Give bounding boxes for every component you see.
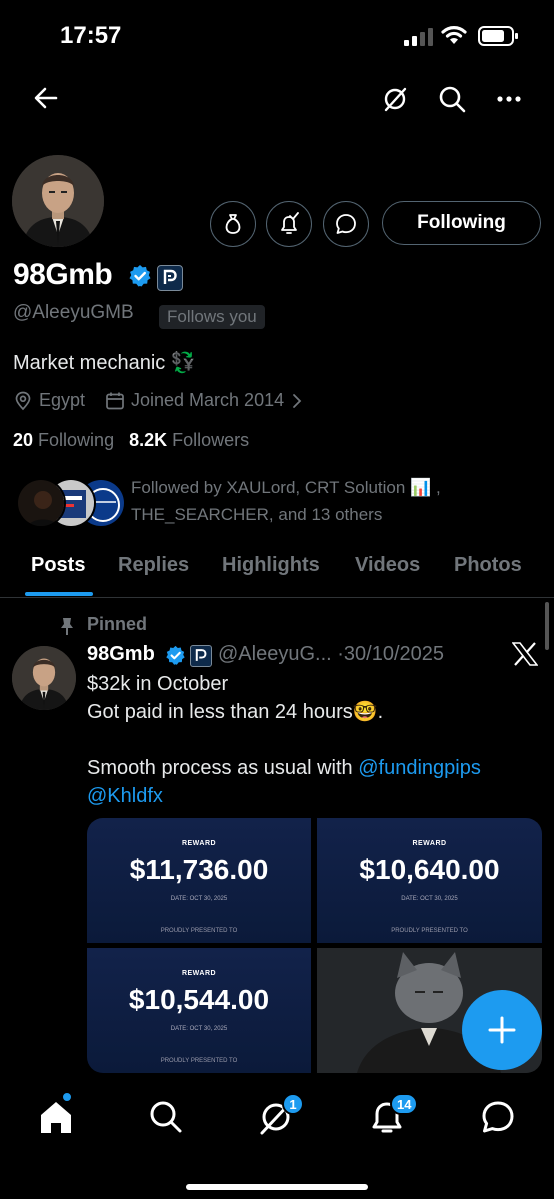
certificate-date: DATE: OCT 30, 2025 — [170, 896, 228, 902]
profile-avatar[interactable] — [12, 155, 104, 247]
grok-icon[interactable] — [380, 84, 410, 114]
following-button[interactable]: Following — [382, 201, 541, 245]
post-line-1: $32k in October — [87, 673, 229, 695]
post-author-name[interactable]: 98Gmb — [87, 643, 155, 666]
followed-by-text[interactable]: Followed by XAULord, CRT Solution 📊 , TH… — [131, 474, 531, 528]
post-handle-date: @AleeyuG... ·30/10/2025 — [218, 643, 444, 665]
status-time: 17:57 — [60, 22, 122, 49]
following-count: 20 — [13, 430, 34, 450]
tip-button[interactable] — [210, 201, 256, 247]
profile-tabs: Posts Replies Highlights Videos Photos — [0, 540, 554, 598]
profile-bio: Market mechanic 💱 — [13, 352, 196, 374]
certificate-1[interactable]: REWARD $11,736.00 DATE: OCT 30, 2025 PRO… — [87, 818, 311, 943]
followers-count-link[interactable]: 8.2K Followers — [129, 430, 249, 450]
home-unread-dot — [62, 1092, 72, 1102]
location-row: Egypt — [13, 390, 85, 411]
battery-icon — [478, 26, 518, 46]
follow-counts: 20 Following 8.2K Followers — [13, 430, 249, 451]
mention-fundingpips[interactable]: @fundingpips — [358, 757, 481, 779]
avatar-illustration — [12, 155, 104, 247]
certificate-amount: $11,736.00 — [129, 854, 269, 885]
followers-count: 8.2K — [129, 430, 168, 450]
cellular-signal-icon — [404, 28, 433, 46]
post-line-3: Smooth process as usual with @fundingpip… — [87, 754, 481, 782]
joined-row[interactable]: Joined March 2014 — [105, 390, 302, 411]
certificate-date: DATE: OCT 30, 2025 — [170, 1026, 228, 1032]
pin-icon — [61, 618, 73, 635]
post-author-avatar[interactable] — [12, 646, 76, 710]
follows-you-badge: Follows you — [159, 305, 265, 329]
tab-replies[interactable]: Replies — [118, 554, 189, 577]
messages-icon[interactable] — [478, 1097, 518, 1137]
bell-check-icon — [281, 212, 299, 234]
plus-icon — [488, 1016, 516, 1044]
tab-photos[interactable]: Photos — [454, 554, 522, 577]
home-indicator — [186, 1184, 368, 1190]
status-bar: 17:57 — [0, 0, 554, 70]
post-line-2: Got paid in less than 24 hours🤓. — [87, 701, 384, 723]
compose-post-button[interactable] — [462, 990, 542, 1070]
post-affiliate-badge-icon — [190, 645, 212, 667]
certificate-reward-label: REWARD — [412, 840, 447, 847]
tab-posts[interactable]: Posts — [31, 554, 85, 577]
mention-khldfx[interactable]: @Khldfx — [87, 782, 481, 810]
profile-handle: @AleeyuGMB — [13, 302, 134, 323]
certificate-date: DATE: OCT 30, 2025 — [401, 896, 458, 902]
chat-bubble-icon — [336, 214, 356, 234]
location-text: Egypt — [39, 390, 86, 410]
follower-avatar-1[interactable] — [16, 478, 66, 528]
x-logo-icon[interactable] — [512, 642, 538, 666]
certificate-amount: $10,544.00 — [128, 984, 270, 1015]
certificate-3[interactable]: REWARD $10,544.00 DATE: OCT 30, 2025 PRO… — [87, 948, 311, 1073]
home-icon[interactable] — [36, 1097, 76, 1137]
bottom-nav: 1 14 — [0, 1075, 554, 1199]
wifi-icon — [441, 26, 467, 44]
search-icon[interactable] — [437, 84, 467, 114]
notifications-toggle-button[interactable] — [266, 201, 312, 247]
certificate-presented: PROUDLY PRESENTED TO — [160, 928, 238, 934]
certificate-amount: $10,640.00 — [359, 854, 500, 885]
search-nav-icon[interactable] — [146, 1097, 186, 1137]
affiliate-badge-icon[interactable] — [157, 265, 183, 291]
chevron-right-icon — [293, 393, 302, 408]
certificate-reward-label: REWARD — [181, 840, 217, 847]
followers-label: Followers — [172, 430, 250, 450]
verified-badge-icon[interactable] — [128, 264, 152, 288]
more-options-icon[interactable] — [494, 84, 524, 114]
certificate-2[interactable]: REWARD $10,640.00 DATE: OCT 30, 2025 PRO… — [317, 818, 542, 943]
joined-text: Joined March 2014 — [131, 390, 285, 410]
active-tab-indicator — [25, 592, 93, 596]
post-text: $32k in October Got paid in less than 24… — [87, 670, 481, 810]
following-label: Following — [38, 430, 115, 450]
certificate-reward-label: REWARD — [181, 970, 217, 977]
profile-name: 98Gmb — [13, 258, 113, 291]
tab-videos[interactable]: Videos — [355, 554, 420, 577]
pinned-label: Pinned — [87, 614, 148, 634]
calendar-icon — [106, 392, 124, 409]
certificate-presented: PROUDLY PRESENTED TO — [160, 1058, 238, 1064]
money-bag-icon — [225, 214, 241, 234]
notifications-badge: 14 — [390, 1093, 419, 1115]
location-pin-icon — [15, 391, 31, 410]
post-verified-badge-icon — [166, 645, 185, 665]
following-count-link[interactable]: 20 Following — [13, 430, 114, 450]
scrollbar[interactable] — [545, 602, 549, 650]
certificate-presented: PROUDLY PRESENTED TO — [391, 928, 468, 934]
grok-badge: 1 — [282, 1093, 304, 1115]
back-arrow-icon[interactable] — [32, 84, 60, 112]
post-line-3-text: Smooth process as usual with — [87, 757, 359, 779]
message-button[interactable] — [323, 201, 369, 247]
tab-highlights[interactable]: Highlights — [222, 554, 320, 577]
